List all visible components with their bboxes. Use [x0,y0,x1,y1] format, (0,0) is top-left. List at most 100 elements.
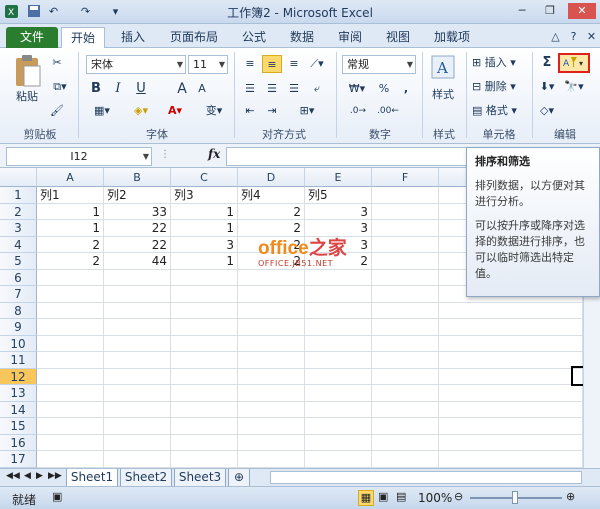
cell[interactable] [305,352,372,369]
column-header[interactable]: C [171,168,238,187]
cell[interactable] [171,401,238,418]
align-right-icon[interactable]: ☰ [284,80,304,98]
cell[interactable] [439,368,583,385]
cell[interactable]: 1 [171,203,238,220]
cell[interactable] [104,368,171,385]
cell[interactable]: 22 [104,236,171,253]
cell[interactable] [171,352,238,369]
cell[interactable]: 2 [37,253,104,270]
cell[interactable] [238,368,305,385]
align-center-icon[interactable]: ☰ [262,80,282,98]
cell[interactable] [439,319,583,336]
merge-center-icon[interactable]: ⊞▾ [290,102,324,120]
column-header[interactable]: E [305,168,372,187]
cell[interactable] [372,269,439,286]
shrink-font-button[interactable]: A [194,80,210,98]
cell[interactable]: 33 [104,203,171,220]
cell[interactable] [171,368,238,385]
row-header[interactable]: 4 [0,236,37,253]
orientation-icon[interactable]: ⟋▾ [306,55,328,73]
cell[interactable] [372,434,439,451]
close-icon[interactable]: ✕ [568,3,596,19]
tab-formulas[interactable]: 公式 [234,27,274,48]
row-header[interactable]: 12 [0,368,37,385]
cell[interactable] [104,319,171,336]
cell[interactable] [305,319,372,336]
grow-font-button[interactable]: A [174,80,190,98]
tab-sheet1[interactable]: Sheet1 [66,469,118,487]
row-header[interactable]: 10 [0,335,37,352]
cell[interactable] [238,434,305,451]
align-bottom-icon[interactable]: ≡ [284,55,304,73]
cell[interactable] [372,220,439,237]
cell[interactable] [372,335,439,352]
insert-cells-button[interactable]: ⊞ 插入 ▾ [472,54,524,72]
align-top-icon[interactable]: ≡ [240,55,260,73]
row-header[interactable]: 14 [0,401,37,418]
cell[interactable] [37,352,104,369]
tab-addins[interactable]: 加载项 [426,27,478,48]
minimize-icon[interactable]: ─ [512,3,532,19]
cell[interactable] [238,352,305,369]
cell[interactable]: 1 [37,220,104,237]
next-sheet-icon[interactable]: ▶ [36,471,43,481]
column-header[interactable]: A [37,168,104,187]
fill-color-icon[interactable]: ◈▾ [128,102,154,120]
zoom-level[interactable]: 100% [418,491,452,505]
decrease-indent-icon[interactable]: ⇤ [240,102,260,120]
cell[interactable] [238,418,305,435]
format-cells-button[interactable]: ▤ 格式 ▾ [472,102,524,120]
cell[interactable] [238,401,305,418]
cell[interactable] [372,368,439,385]
cell[interactable] [104,401,171,418]
cell[interactable] [439,451,583,468]
font-name-select[interactable]: 宋体 ▼ [86,55,186,74]
column-header[interactable]: B [104,168,171,187]
cell[interactable] [171,451,238,468]
cell[interactable] [372,302,439,319]
cell[interactable] [171,385,238,402]
row-header[interactable]: 11 [0,352,37,369]
cell[interactable] [372,236,439,253]
column-header[interactable]: D [238,168,305,187]
row-header[interactable]: 16 [0,434,37,451]
cell[interactable] [305,434,372,451]
cell[interactable] [439,434,583,451]
cell[interactable]: 列5 [305,187,372,204]
column-header[interactable]: F [372,168,439,187]
cell[interactable] [171,434,238,451]
percent-button[interactable]: % [376,80,392,98]
styles-button[interactable]: 样式 [426,86,460,104]
row-header[interactable]: 8 [0,302,37,319]
cell[interactable] [305,418,372,435]
row-header[interactable]: 1 [0,187,37,204]
sort-filter-button[interactable]: A ▾ [558,53,590,73]
cell[interactable] [305,302,372,319]
italic-button[interactable]: I [110,80,126,98]
cell[interactable] [305,368,372,385]
cell[interactable] [372,203,439,220]
align-left-icon[interactable]: ☰ [240,80,260,98]
cell[interactable] [37,418,104,435]
cell[interactable] [171,335,238,352]
cell[interactable] [104,335,171,352]
prev-sheet-icon[interactable]: ◀ [24,471,31,481]
formula-bar-splitter-icon[interactable]: ⋮ [160,149,170,160]
find-icon[interactable]: 🔭▾ [560,78,588,96]
cell[interactable] [238,302,305,319]
tab-file[interactable]: 文件 [6,27,58,48]
cell[interactable]: 列3 [171,187,238,204]
cell[interactable] [171,418,238,435]
horizontal-scrollbar[interactable] [270,471,582,484]
cell[interactable] [372,319,439,336]
cell[interactable]: 1 [37,203,104,220]
minimize-ribbon-icon[interactable]: △ [548,29,563,44]
macro-record-icon[interactable]: ▣ [52,490,62,503]
font-color-button[interactable]: A▾ [162,102,188,120]
cell[interactable] [372,352,439,369]
cell[interactable] [171,286,238,303]
first-sheet-icon[interactable]: ◀◀ [6,471,20,481]
tab-review[interactable]: 审阅 [330,27,370,48]
cell[interactable] [37,434,104,451]
cell[interactable]: 3 [305,220,372,237]
